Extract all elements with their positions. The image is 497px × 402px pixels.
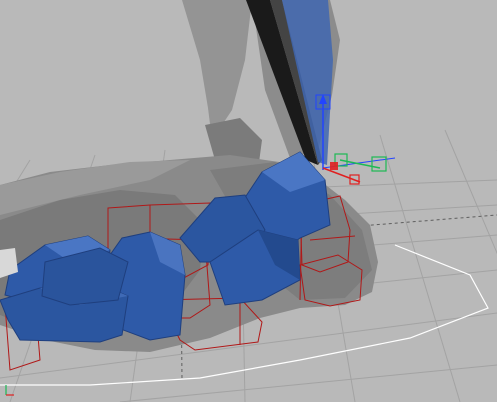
3d-viewport[interactable] xyxy=(0,0,497,402)
leg-mesh[interactable] xyxy=(182,0,340,170)
viewport-scene[interactable] xyxy=(0,0,497,402)
